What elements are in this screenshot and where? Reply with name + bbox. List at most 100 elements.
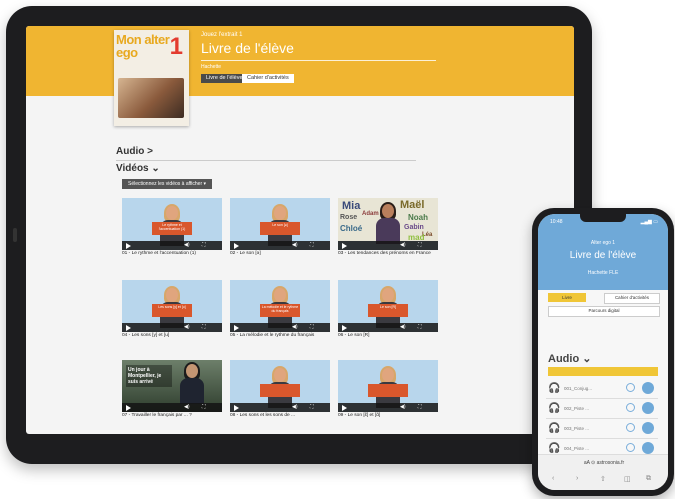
play-icon[interactable] — [126, 405, 131, 411]
video-title[interactable]: 03 - Les tendances des prénoms en France — [338, 251, 431, 256]
forward-icon[interactable]: › — [576, 475, 578, 482]
play-icon[interactable] — [642, 402, 654, 414]
fullscreen-icon[interactable]: ⛶ — [418, 403, 422, 412]
play-icon[interactable] — [642, 422, 654, 434]
video-sign — [368, 384, 408, 397]
play-icon[interactable] — [234, 405, 239, 411]
fullscreen-icon[interactable]: ⛶ — [202, 241, 206, 250]
volume-icon[interactable]: ◀) — [292, 403, 298, 412]
video-thumbnail[interactable]: Un jour à Montpellier, je suis arrivé ◀)… — [122, 360, 222, 412]
video-sign — [260, 384, 300, 397]
video-card[interactable]: Un jour à Montpellier, je suis arrivé ◀)… — [122, 360, 222, 420]
volume-icon[interactable]: ◀) — [184, 323, 190, 332]
volume-icon[interactable]: ◀) — [184, 403, 190, 412]
phone-title: Livre de l'élève — [569, 250, 637, 261]
volume-icon[interactable]: ◀) — [292, 241, 298, 250]
volume-icon[interactable]: ◀) — [292, 323, 298, 332]
video-title[interactable]: 07 - Travailler le français par ... ? — [122, 413, 192, 418]
audio-section-toggle[interactable]: Audio ⌄ — [548, 352, 591, 365]
video-thumbnail[interactable]: ◀) ⛶ — [230, 360, 330, 412]
video-title[interactable]: 06 - Le son [R] — [338, 333, 369, 338]
video-thumbnail[interactable]: Le son [ə] ◀) ⛶ — [230, 198, 330, 250]
audio-row[interactable]: 🎧 001_Conjug... — [546, 380, 658, 399]
cloud-word: Gabin — [404, 224, 424, 231]
tablet-screen: Mon alter ego 1 Jouez l'extrait 1 Livre … — [26, 26, 574, 434]
video-thumbnail[interactable]: Le rythme et l'accentuation (1) ◀) ⛶ — [122, 198, 222, 250]
video-thumbnail[interactable]: La mélodie et le rythme du français ◀) ⛶ — [230, 280, 330, 332]
play-icon[interactable] — [342, 325, 347, 331]
url-bar[interactable]: aA ⊙ astrosonia.fr — [556, 460, 652, 466]
volume-icon[interactable]: ◀) — [400, 403, 406, 412]
breadcrumb[interactable]: Jouez l'extrait 1 — [201, 32, 243, 38]
video-title[interactable]: 05 - La mélodie et le rythme du français — [230, 333, 314, 338]
battery-icon: ▂▄▆ ▭ — [640, 219, 658, 225]
video-sign: Le son [R] — [368, 304, 408, 317]
volume-icon[interactable]: ◀) — [184, 241, 190, 250]
video-card[interactable]: ◀) ⛶ 08 - Les sons et les sons de ... — [230, 360, 330, 420]
page-title: Livre de l'élève — [201, 40, 294, 56]
videos-section-toggle[interactable]: Vidéos ⌄ — [116, 163, 160, 174]
download-icon[interactable] — [626, 383, 635, 392]
play-icon[interactable] — [126, 325, 131, 331]
video-thumbnail[interactable]: Mia Maël Rose Noah Adam Gabin Chloé Léa … — [338, 198, 438, 250]
video-card[interactable]: ◀) ⛶ 09 - Le son [ɛ̃] et [ɑ̃] — [338, 360, 438, 420]
download-icon[interactable] — [626, 423, 635, 432]
fullscreen-icon[interactable]: ⛶ — [418, 241, 422, 250]
audio-row[interactable]: 🎧 003_Piste ... — [546, 420, 658, 439]
video-card[interactable]: Mia Maël Rose Noah Adam Gabin Chloé Léa … — [338, 198, 438, 258]
student-book-button[interactable]: Livre de l'élève — [201, 74, 248, 83]
tabs-icon[interactable]: ⧉ — [646, 475, 651, 483]
workbook-button[interactable]: Cahier d'activités — [242, 74, 294, 83]
cloud-word: Noah — [408, 213, 428, 222]
fullscreen-icon[interactable]: ⛶ — [202, 403, 206, 412]
video-thumbnail[interactable]: Le son [R] ◀) ⛶ — [338, 280, 438, 332]
video-thumbnail[interactable]: Les sons [y] et [u] ◀) ⛶ — [122, 280, 222, 332]
fullscreen-icon[interactable]: ⛶ — [202, 323, 206, 332]
video-title[interactable]: 09 - Le son [ɛ̃] et [ɑ̃] — [338, 413, 380, 418]
video-title[interactable]: 02 - Le son [ə] — [230, 251, 261, 256]
play-icon[interactable] — [342, 405, 347, 411]
audio-track-label: 003_Piste ... — [564, 426, 590, 431]
tab-cahier[interactable]: Cahier d'activités — [604, 293, 660, 304]
phone-notch — [580, 214, 626, 222]
play-icon[interactable] — [234, 325, 239, 331]
video-card[interactable]: Les sons [y] et [u] ◀) ⛶ 04 - Les sons [y… — [122, 280, 222, 340]
video-thumbnail[interactable]: ◀) ⛶ — [338, 360, 438, 412]
download-icon[interactable] — [626, 403, 635, 412]
audio-section-toggle[interactable]: Audio > — [116, 146, 153, 157]
video-card[interactable]: Le son [R] ◀) ⛶ 06 - Le son [R] — [338, 280, 438, 340]
fullscreen-icon[interactable]: ⛶ — [310, 403, 314, 412]
book-cover[interactable]: Mon alter ego 1 — [114, 30, 189, 126]
bookmarks-icon[interactable]: ◫ — [624, 475, 631, 483]
browser-toolbar: aA ⊙ astrosonia.fr ‹ › ⇧ ◫ ⧉ — [538, 454, 668, 490]
video-card[interactable]: Le rythme et l'accentuation (1) ◀) ⛶ 01 -… — [122, 198, 222, 258]
volume-icon[interactable]: ◀) — [400, 241, 406, 250]
back-icon[interactable]: ‹ — [552, 475, 554, 482]
video-title[interactable]: 08 - Les sons et les sons de ... — [230, 413, 295, 418]
fullscreen-icon[interactable]: ⛶ — [310, 323, 314, 332]
play-icon[interactable] — [342, 243, 347, 249]
cloud-word: Mia — [342, 200, 361, 212]
parcours-digital-button[interactable]: Parcours digital — [548, 306, 660, 317]
volume-icon[interactable]: ◀) — [400, 323, 406, 332]
audio-row[interactable]: 🎧 002_Piste ... — [546, 400, 658, 419]
fullscreen-icon[interactable]: ⛶ — [310, 241, 314, 250]
play-icon[interactable] — [642, 382, 654, 394]
video-controls: ◀) ⛶ — [122, 323, 222, 332]
download-icon[interactable] — [626, 443, 635, 452]
video-controls: ◀) ⛶ — [338, 241, 438, 250]
share-icon[interactable]: ⇧ — [600, 475, 606, 483]
headphones-icon: 🎧 — [548, 383, 561, 394]
video-title[interactable]: 01 - Le rythme et l'accentuation (1) — [122, 251, 196, 256]
video-filter-select[interactable]: Sélectionnez les vidéos à afficher ▾ — [122, 179, 213, 189]
video-title[interactable]: 04 - Les sons [y] et [u] — [122, 333, 169, 338]
video-controls: ◀) ⛶ — [230, 403, 330, 412]
play-icon[interactable] — [642, 442, 654, 454]
video-card[interactable]: La mélodie et le rythme du français ◀) ⛶ … — [230, 280, 330, 340]
tab-livre[interactable]: Livre — [548, 293, 586, 302]
fullscreen-icon[interactable]: ⛶ — [418, 323, 422, 332]
video-card[interactable]: Le son [ə] ◀) ⛶ 02 - Le son [ə] — [230, 198, 330, 258]
play-icon[interactable] — [234, 243, 239, 249]
play-icon[interactable] — [126, 243, 131, 249]
phone-header: Alter ego 1 Livre de l'élève Hachette FL… — [538, 230, 668, 290]
